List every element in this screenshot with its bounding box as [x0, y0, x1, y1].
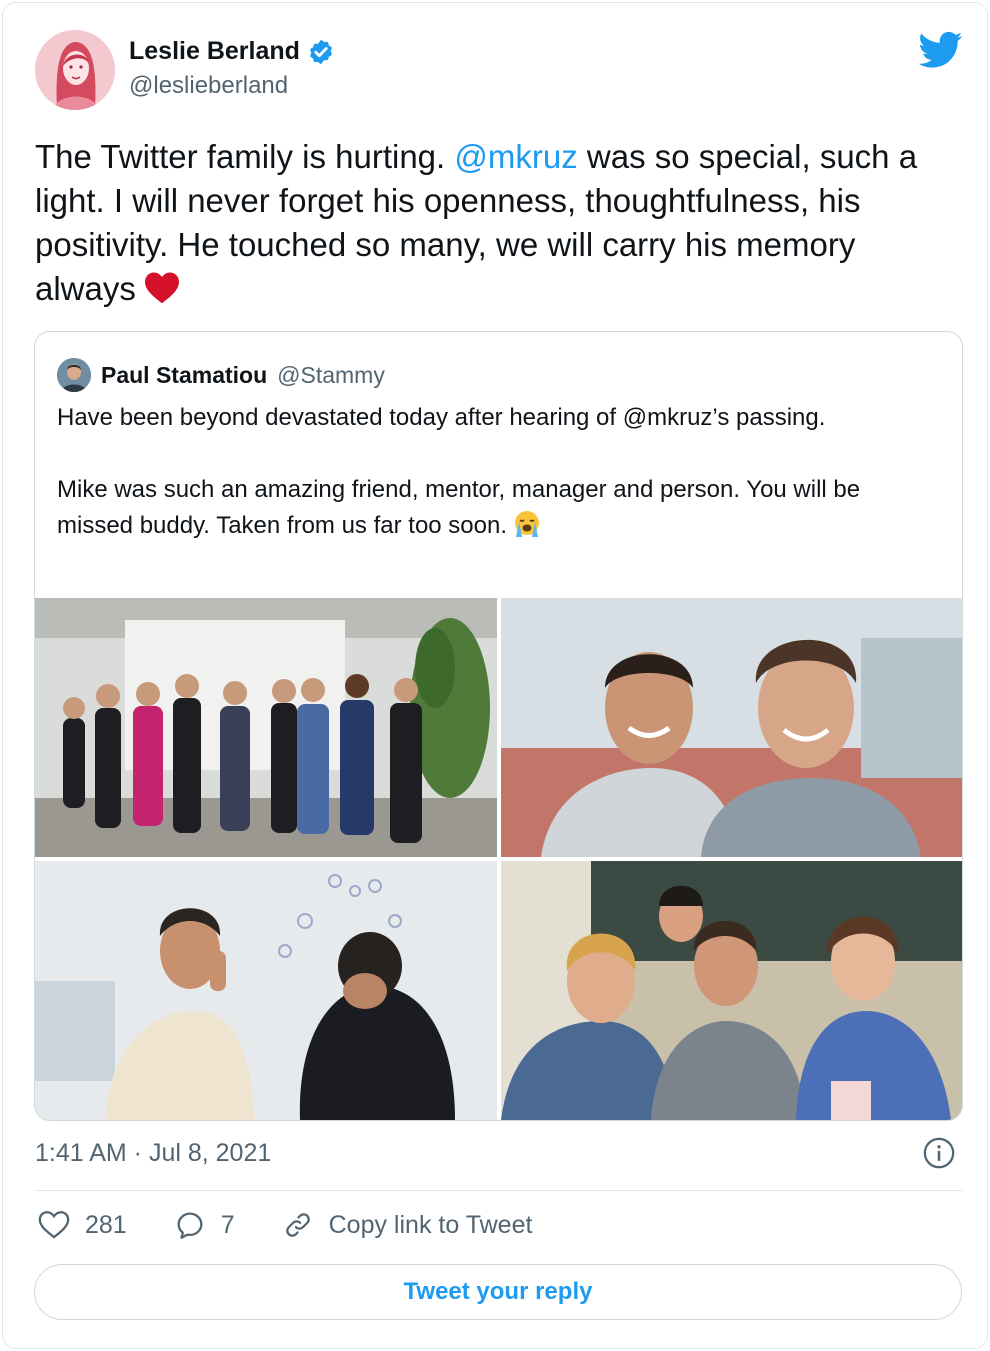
verified-badge-icon: [307, 38, 335, 66]
two-friends-smiling-photo[interactable]: [501, 598, 962, 857]
quoted-paragraph-2: Mike was such an amazing friend, mentor,…: [57, 476, 861, 539]
group-selfie-photo[interactable]: [501, 861, 962, 1120]
author-name[interactable]: Leslie Berland: [129, 37, 300, 66]
red-heart-icon: [142, 270, 182, 304]
tweet-text: The Twitter family is hurting. @mkruz wa…: [35, 135, 965, 311]
reply-count-button[interactable]: 7: [173, 1208, 235, 1242]
quoted-author-handle[interactable]: @Stammy: [277, 362, 385, 389]
quoted-author-name[interactable]: Paul Stamatiou: [101, 362, 267, 389]
footer-divider: [35, 1190, 963, 1191]
like-count: 281: [85, 1210, 127, 1239]
copy-link-label: Copy link to Tweet: [328, 1210, 533, 1239]
quoted-paragraph-2-wrap: Mike was such an amazing friend, mentor,…: [57, 472, 937, 544]
tweet-text-part: The Twitter family is hurting.: [35, 138, 455, 175]
photo-grid: [35, 598, 962, 1120]
speech-bubble-icon: [177, 1212, 203, 1239]
mention-link[interactable]: @mkruz: [454, 138, 577, 175]
quoted-tweet[interactable]: Paul Stamatiou @Stammy Have been beyond …: [34, 331, 963, 1121]
group-on-stage-photo[interactable]: [35, 598, 497, 857]
copy-link-button[interactable]: Copy link to Tweet: [281, 1208, 533, 1242]
author-handle[interactable]: @leslieberland: [129, 72, 335, 100]
twitter-bird-icon[interactable]: [918, 31, 963, 69]
heart-outline-icon: [38, 1211, 70, 1239]
tweet-card: Leslie Berland @leslieberland The Twitte…: [2, 2, 988, 1349]
loudly-crying-face-icon: [511, 509, 543, 539]
quoted-tweet-text: Have been beyond devastated today after …: [57, 400, 937, 544]
author-avatar[interactable]: [35, 30, 115, 110]
tweet-your-reply-button[interactable]: Tweet your reply: [34, 1264, 962, 1320]
link-icon: [285, 1213, 310, 1237]
info-icon[interactable]: [922, 1136, 956, 1170]
quoted-author-avatar[interactable]: [57, 358, 91, 392]
like-button[interactable]: 281: [37, 1208, 127, 1242]
reply-count: 7: [220, 1210, 235, 1239]
tweet-timestamp[interactable]: 1:41 AM · Jul 8, 2021: [35, 1139, 271, 1168]
tweet-actions: 281 7 Copy link to Tweet: [37, 1208, 578, 1242]
quoted-paragraph-1: Have been beyond devastated today after …: [57, 404, 826, 431]
office-whiteboard-photo[interactable]: [35, 861, 497, 1120]
